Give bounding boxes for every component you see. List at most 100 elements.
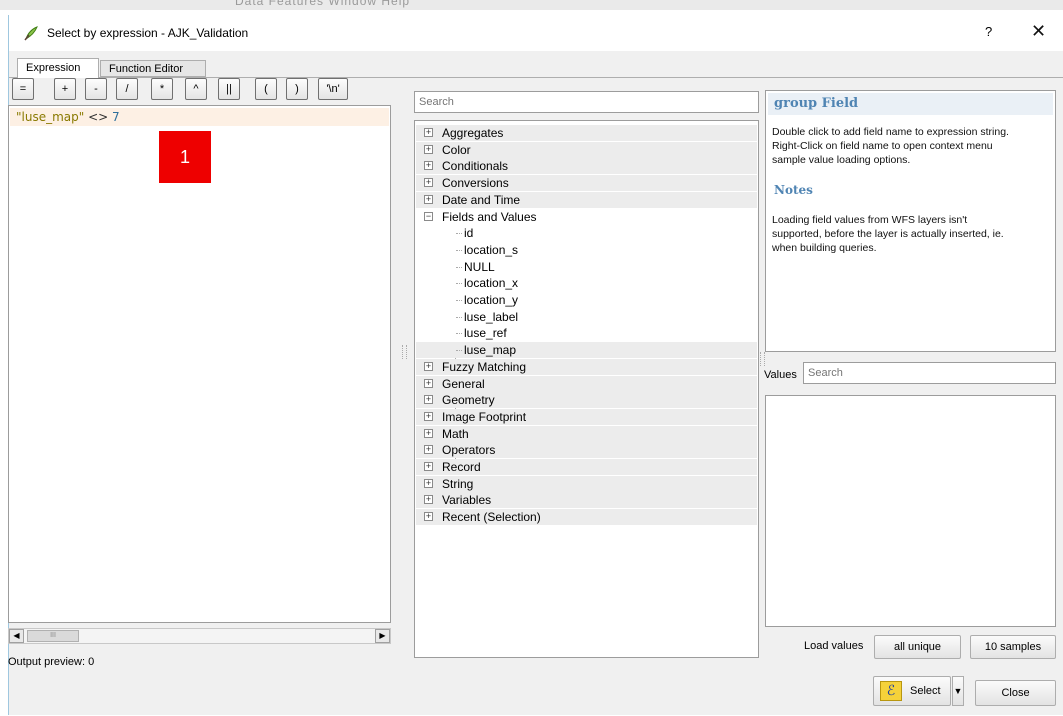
scroll-right-icon[interactable]: ▶ — [375, 629, 390, 643]
tree-group-item[interactable]: + Math — [416, 425, 757, 442]
operator-divide-button[interactable]: / — [116, 78, 138, 100]
tree-group-item[interactable]: + Conversions — [416, 175, 757, 192]
qgis-icon — [24, 26, 38, 41]
tab-function-editor[interactable]: Function Editor — [100, 60, 206, 77]
expression-value: 7 — [112, 110, 120, 124]
close-button[interactable]: Close — [975, 680, 1056, 706]
close-window-button[interactable]: ✕ — [1031, 21, 1046, 42]
expand-icon[interactable]: + — [424, 411, 433, 421]
tree-field-item[interactable]: luse_ref — [416, 325, 757, 341]
tree-group-item[interactable]: + Aggregates — [416, 125, 757, 141]
operator-open-paren-button[interactable]: ( — [255, 78, 277, 100]
operator-concat-button[interactable]: || — [218, 78, 240, 100]
tree-field-label: location_x — [464, 276, 519, 291]
scroll-left-icon[interactable]: ◀ — [9, 629, 24, 643]
tree-branch-dash — [456, 233, 462, 235]
expand-icon[interactable]: + — [424, 178, 433, 188]
values-label: Values — [764, 369, 797, 381]
tree-branch-dash — [456, 266, 462, 268]
notes-text-line: Loading field values from WFS layers isn… — [772, 214, 968, 226]
tree-group-label: Geometry — [442, 393, 495, 408]
tree-branch-dash — [456, 249, 462, 251]
tree-group-label: Record — [442, 460, 481, 474]
collapse-icon[interactable]: − — [424, 211, 433, 221]
editor-horizontal-scrollbar[interactable]: ◀ III ▶ — [8, 628, 391, 644]
operator-minus-button[interactable]: - — [85, 78, 107, 100]
tree-branch-dash — [456, 333, 462, 335]
ten-samples-button[interactable]: 10 samples — [970, 635, 1056, 659]
expand-icon[interactable]: + — [424, 445, 433, 455]
function-search-input[interactable] — [414, 91, 759, 113]
tree-group-label: Conditionals — [442, 159, 509, 174]
help-button[interactable]: ? — [985, 24, 992, 39]
values-list[interactable] — [765, 395, 1056, 627]
tree-group-item[interactable]: + Fuzzy Matching — [416, 358, 757, 375]
expand-icon[interactable]: + — [424, 428, 433, 438]
tree-group-label: Recent (Selection) — [442, 510, 541, 525]
tree-branch-dash — [456, 350, 462, 352]
tree-group-item[interactable]: − Fields and Values — [416, 209, 757, 225]
tree-group-item[interactable]: + Geometry — [416, 392, 757, 409]
tree-group-item[interactable]: + Variables — [416, 492, 757, 509]
tree-field-label: luse_label — [464, 309, 519, 324]
tree-group-item[interactable]: + Color — [416, 141, 757, 158]
tree-group-label: Conversions — [442, 176, 509, 191]
tree-field-item[interactable]: location_x — [416, 275, 757, 291]
operator-multiply-button[interactable]: * — [151, 78, 173, 100]
select-button[interactable]: ℰ Select — [873, 676, 951, 706]
tree-field-item[interactable]: luse_label — [416, 309, 757, 325]
tree-group-label: Fields and Values — [442, 209, 537, 224]
tree-group-label: Color — [442, 142, 471, 157]
right-splitter-handle[interactable] — [760, 352, 765, 366]
tree-group-item[interactable]: + String — [416, 475, 757, 492]
tree-field-item[interactable]: location_y — [416, 292, 757, 308]
select-dropdown-arrow-icon[interactable]: ▼ — [952, 676, 964, 706]
expand-icon[interactable]: + — [424, 478, 433, 488]
operator-equals-button[interactable]: = — [12, 78, 34, 100]
operator-plus-button[interactable]: + — [54, 78, 76, 100]
tree-group-item[interactable]: + Date and Time — [416, 191, 757, 208]
expand-icon[interactable]: + — [424, 144, 433, 154]
left-splitter-handle[interactable] — [402, 345, 407, 359]
scrollbar-thumb[interactable]: III — [27, 630, 79, 642]
tree-group-item[interactable]: + Record — [416, 459, 757, 475]
operator-newline-button[interactable]: '\n' — [318, 78, 348, 100]
tree-group-label: Operators — [442, 443, 496, 458]
expression-operator: <> — [88, 110, 109, 124]
help-text-line: Right-Click on field name to open contex… — [772, 140, 993, 152]
tree-group-item[interactable]: + Operators — [416, 442, 757, 459]
tree-group-item[interactable]: + Recent (Selection) — [416, 509, 757, 526]
expand-icon[interactable]: + — [424, 128, 433, 137]
output-preview: Output preview: 0 — [8, 656, 95, 668]
all-unique-button[interactable]: all unique — [874, 635, 961, 659]
tree-field-item[interactable]: NULL — [416, 259, 757, 275]
tree-group-item[interactable]: + Image Footprint — [416, 408, 757, 425]
expand-icon[interactable]: + — [424, 378, 433, 388]
tree-branch-dash — [456, 300, 462, 301]
tree-field-item[interactable]: luse_map — [416, 342, 757, 359]
notes-text-line: supported, before the layer is actually … — [772, 228, 1004, 240]
expand-icon[interactable]: + — [424, 361, 433, 371]
expand-icon[interactable]: + — [424, 462, 433, 471]
expression-field: "luse_map" — [16, 110, 85, 124]
expand-icon[interactable]: + — [424, 194, 433, 204]
background-window-strip: Data Features Window Help — [0, 0, 1063, 10]
function-tree[interactable]: + Aggregates + Color + Conditionals + Conversio… — [414, 120, 759, 658]
values-search-input[interactable] — [803, 362, 1056, 384]
tree-group-item[interactable]: + Conditionals — [416, 158, 757, 175]
operator-close-paren-button[interactable]: ) — [286, 78, 308, 100]
tree-field-label: luse_ref — [464, 326, 507, 341]
tree-group-label: Math — [442, 426, 469, 441]
tree-group-item[interactable]: + General — [416, 375, 757, 392]
expand-icon[interactable]: + — [424, 395, 433, 405]
expand-icon[interactable]: + — [424, 495, 433, 505]
expression-text[interactable]: "luse_map" <> 7 — [16, 110, 120, 124]
help-text-line: sample value loading options. — [772, 154, 911, 166]
expand-icon[interactable]: + — [424, 512, 433, 522]
tree-field-item[interactable]: location_s — [416, 242, 757, 258]
tree-field-item[interactable]: id — [416, 225, 757, 241]
tab-expression[interactable]: Expression — [17, 58, 99, 78]
operator-power-button[interactable]: ^ — [185, 78, 207, 100]
tree-group-label: Fuzzy Matching — [442, 359, 527, 374]
expand-icon[interactable]: + — [424, 161, 433, 171]
